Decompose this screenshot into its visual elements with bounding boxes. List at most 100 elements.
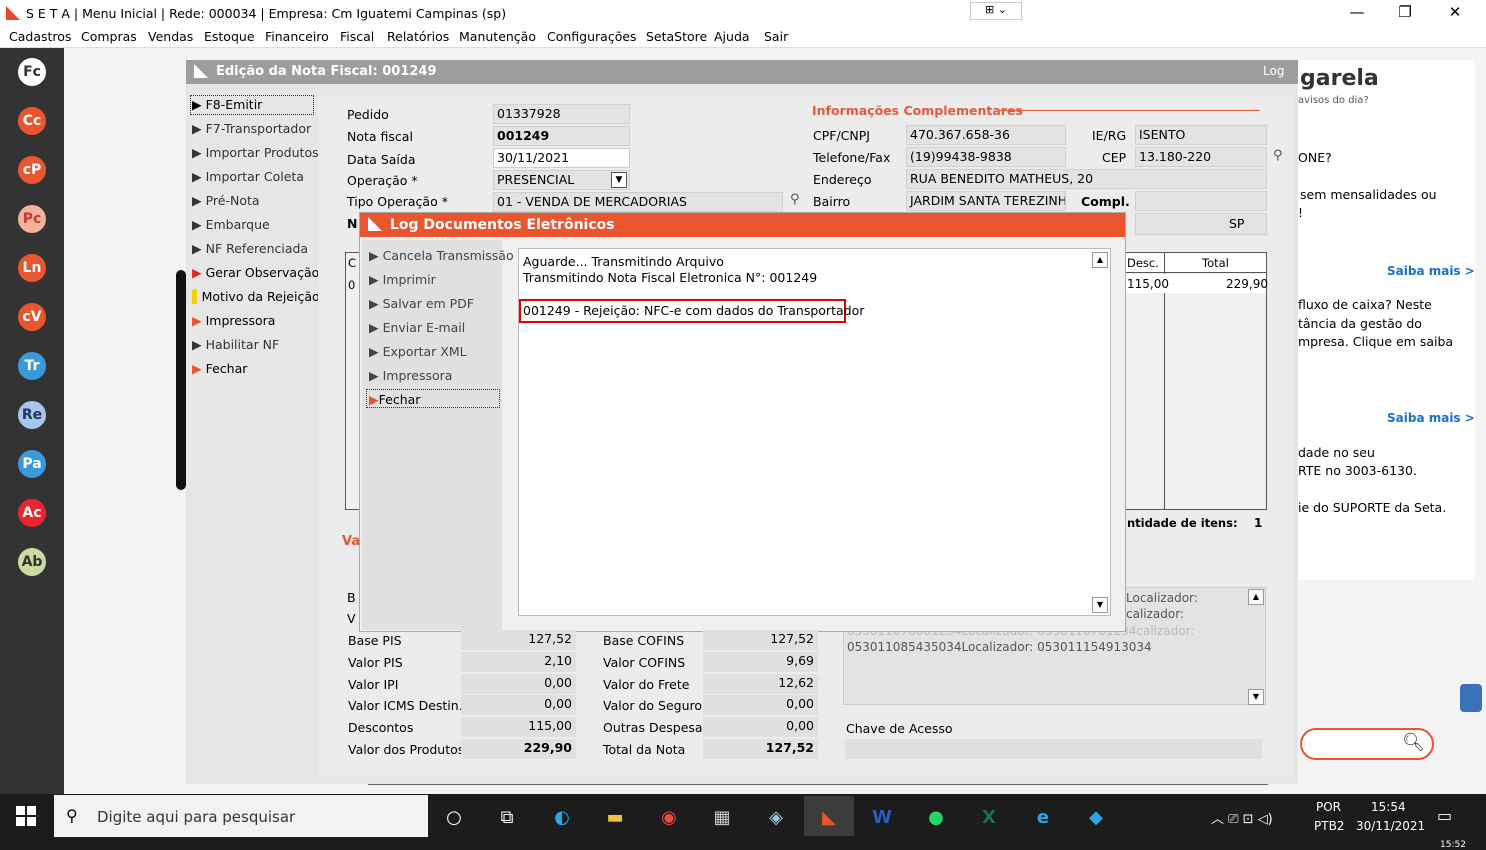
log-scroll-up-icon[interactable]: ▲ <box>1092 252 1108 268</box>
excel-icon[interactable]: X <box>975 803 1003 831</box>
modal-nav-imprimir[interactable]: ▶ Imprimir <box>369 272 436 287</box>
ie-field[interactable]: ISENTO <box>1135 125 1267 145</box>
menu-setastore[interactable]: SetaStore <box>646 29 707 44</box>
shortcut-ln[interactable]: Ln <box>18 254 46 282</box>
shortcut-tr[interactable]: Tr <box>18 352 46 380</box>
summary-value[interactable]: 12,62 <box>703 674 818 694</box>
restore-button[interactable]: ❐ <box>1390 2 1420 24</box>
menu-relatorios[interactable]: Relatórios <box>387 29 449 44</box>
menu-configuracoes[interactable]: Configurações <box>547 29 637 44</box>
log-link[interactable]: Log <box>1263 64 1284 78</box>
app-icon-pen[interactable]: ◈ <box>762 803 790 831</box>
windows-start-icon[interactable] <box>16 806 36 826</box>
search-icon[interactable]: ⚲ <box>790 192 800 207</box>
tray-icons[interactable]: ︿ ⎚ ⊡ ◁) <box>1211 808 1273 827</box>
summary-value[interactable]: 0,00 <box>703 717 818 737</box>
tel-field[interactable]: (19)99438-9838 <box>906 147 1066 167</box>
notification-icon[interactable]: ▭ <box>1437 806 1452 825</box>
shortcut-re[interactable]: Re <box>18 401 46 429</box>
summary-value[interactable]: 0,00 <box>461 674 576 694</box>
cep-field[interactable]: 13.180-220 <box>1135 147 1267 167</box>
summary-value[interactable]: 0,00 <box>461 695 576 715</box>
pedido-field[interactable]: 01337928 <box>493 104 630 124</box>
task-view-icon[interactable]: ⧉ <box>493 803 521 831</box>
log-scroll-down-icon[interactable]: ▼ <box>1092 597 1108 613</box>
shortcut-pa[interactable]: Pa <box>18 450 46 478</box>
menu-estoque[interactable]: Estoque <box>204 29 255 44</box>
clock-date[interactable]: 30/11/2021 <box>1356 819 1425 833</box>
summary-value[interactable]: 127,52 <box>703 739 818 759</box>
chrome-icon[interactable]: ◉ <box>655 803 683 831</box>
chevron-down-icon[interactable]: ▼ <box>611 172 627 188</box>
nav-fechar[interactable]: ▶ Fechar <box>192 361 247 376</box>
nav-gerar-observacao[interactable]: ▶ Gerar Observação <box>192 265 319 280</box>
menu-manutencao[interactable]: Manutenção <box>459 29 536 44</box>
summary-value[interactable]: 127,52 <box>461 630 576 650</box>
shortcut-fc[interactable]: Fc <box>18 58 46 86</box>
file-explorer-icon[interactable]: ▬ <box>601 803 629 831</box>
nav-impressora[interactable]: ▶ Impressora <box>192 313 275 328</box>
search-icon[interactable]: 🔍︎ <box>1402 732 1425 753</box>
shortcut-cv[interactable]: cV <box>18 303 46 331</box>
menu-sair[interactable]: Sair <box>764 29 788 44</box>
nav-embarque[interactable]: ▶ Embarque <box>192 217 270 232</box>
ie-icon[interactable]: e <box>1029 803 1057 831</box>
menu-fiscal[interactable]: Fiscal <box>340 29 374 44</box>
nav-f7-transportador[interactable]: ▶ F7-Transportador <box>192 121 311 136</box>
data-saida-field[interactable]: 30/11/2021 <box>493 148 630 168</box>
menu-financeiro[interactable]: Financeiro <box>265 29 329 44</box>
minimize-button[interactable]: — <box>1342 2 1372 24</box>
summary-value[interactable]: 0,00 <box>703 695 818 715</box>
menu-cadastros[interactable]: Cadastros <box>9 29 71 44</box>
chave-field[interactable] <box>845 739 1262 759</box>
nav-importar-produtos[interactable]: ▶ Importar Produtos <box>192 145 319 160</box>
teamviewer-icon[interactable] <box>1460 684 1482 712</box>
shortcut-ab[interactable]: Ab <box>18 548 46 576</box>
bairro-field[interactable]: JARDIM SANTA TEREZINHA <box>906 191 1066 211</box>
summary-value[interactable]: 9,69 <box>703 652 818 672</box>
shortcut-cc[interactable]: Cc <box>18 107 46 135</box>
saiba-mais-link-1[interactable]: Saiba mais > <box>1387 264 1475 278</box>
summary-value[interactable]: 229,90 <box>461 739 576 759</box>
lang-1[interactable]: POR <box>1316 800 1341 814</box>
shortcut-ac[interactable]: Ac <box>18 499 46 527</box>
modal-nav-enviar-email[interactable]: ▶ Enviar E-mail <box>369 320 465 335</box>
close-button[interactable]: ✕ <box>1440 2 1470 24</box>
tipo-operacao-field[interactable]: 01 - VENDA DE MERCADORIAS <box>493 192 783 212</box>
modal-nav-cancela[interactable]: ▶ Cancela Transmissão <box>369 248 514 263</box>
summary-value[interactable]: 127,52 <box>703 630 818 650</box>
saiba-mais-link-2[interactable]: Saiba mais > <box>1387 411 1475 425</box>
scroll-down-icon[interactable]: ▼ <box>1248 689 1264 705</box>
edge-icon[interactable]: ◐ <box>548 803 576 831</box>
clock-time[interactable]: 15:54 <box>1371 800 1406 814</box>
nav-importar-coleta[interactable]: ▶ Importar Coleta <box>192 169 304 184</box>
nav-nf-referenciada[interactable]: ▶ NF Referenciada <box>192 241 308 256</box>
cortana-icon[interactable]: ○ <box>440 803 468 831</box>
modal-nav-impressora[interactable]: ▶ Impressora <box>369 368 452 383</box>
compl-field[interactable] <box>1135 191 1267 211</box>
teamviewer-task-icon[interactable]: ◆ <box>1082 803 1110 831</box>
nav-pre-nota[interactable]: ▶ Pré-Nota <box>192 193 260 208</box>
nav-motivo-rejeicao[interactable]: ▌Motivo da Rejeição <box>192 289 320 304</box>
summary-value[interactable]: 115,00 <box>461 717 576 737</box>
whatsapp-icon[interactable]: ● <box>922 803 950 831</box>
menu-ajuda[interactable]: Ajuda <box>714 29 750 44</box>
operacao-select[interactable]: PRESENCIAL <box>493 170 630 190</box>
lang-2[interactable]: PTB2 <box>1314 819 1344 833</box>
word-icon[interactable]: W <box>868 803 896 831</box>
shortcut-pc[interactable]: Pc <box>18 205 46 233</box>
nav-f8-emitir[interactable]: ▶ F8-Emitir <box>192 97 262 112</box>
layout-toggle-icon[interactable]: ⊞ ⌄ <box>970 2 1022 20</box>
cpf-field[interactable]: 470.367.658-36 <box>906 125 1066 145</box>
uf-field[interactable] <box>1135 213 1267 235</box>
menu-vendas[interactable]: Vendas <box>148 29 193 44</box>
endereco-field[interactable]: RUA BENEDITO MATHEUS, 20 <box>906 169 1267 189</box>
scroll-up-icon[interactable]: ▲ <box>1248 589 1264 605</box>
menu-compras[interactable]: Compras <box>81 29 137 44</box>
calculator-icon[interactable]: ▦ <box>708 803 736 831</box>
modal-nav-salvar-pdf[interactable]: ▶ Salvar em PDF <box>369 296 474 311</box>
shortcut-cp[interactable]: cP <box>18 156 46 184</box>
nav-habilitar-nf[interactable]: ▶ Habilitar NF <box>192 337 279 352</box>
modal-nav-exportar-xml[interactable]: ▶ Exportar XML <box>369 344 467 359</box>
modal-nav-fechar[interactable]: ▶Fechar <box>369 392 420 407</box>
